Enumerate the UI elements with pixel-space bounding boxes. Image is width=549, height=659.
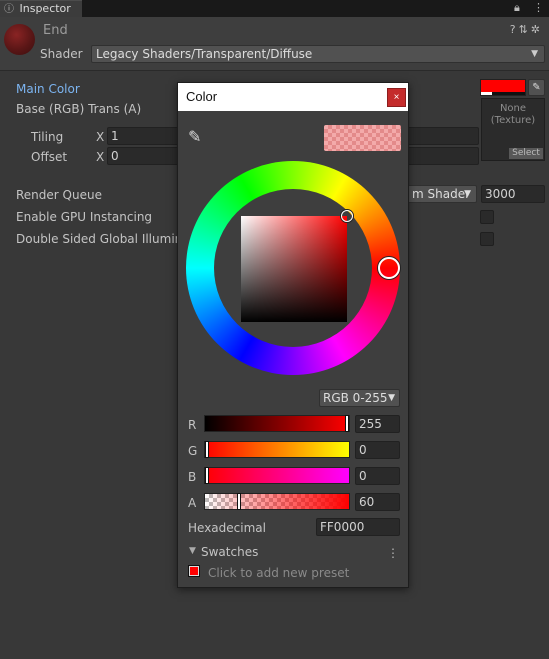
preset-icon[interactable]: ⇅ — [519, 23, 531, 36]
shader-dropdown[interactable]: Legacy Shaders/Transparent/Diffuse ▼ — [91, 45, 545, 63]
hexadecimal-field[interactable]: FF0000 — [316, 518, 400, 536]
blue-slider[interactable] — [204, 467, 350, 484]
base-texture-label: Base (RGB) Trans (A) — [16, 102, 142, 116]
green-slider[interactable] — [204, 441, 350, 458]
texture-select-button[interactable]: Select — [509, 148, 543, 159]
red-slider[interactable] — [204, 415, 350, 432]
chevron-down-icon: ▼ — [388, 393, 395, 403]
chevron-down-icon: ▼ — [531, 49, 538, 59]
chevron-down-icon: ▼ — [464, 189, 471, 199]
swatches-label[interactable]: Swatches — [201, 545, 258, 559]
offset-x-label: X — [96, 150, 105, 164]
gpu-instancing-checkbox[interactable] — [480, 210, 494, 224]
triangle-down-icon[interactable]: ▼ — [189, 546, 196, 556]
material-name: End — [43, 23, 68, 38]
offset-label: Offset — [31, 150, 68, 164]
hue-handle[interactable] — [378, 257, 400, 279]
green-field[interactable]: 0 — [355, 441, 400, 459]
info-icon: ⓘ — [4, 4, 14, 15]
lock-icon[interactable]: 🔒︎ — [514, 1, 520, 15]
header-icons: ?⇅✲ — [510, 23, 543, 36]
add-preset-hint[interactable]: Click to add new preset — [208, 566, 349, 580]
shader-dropdown-value: Legacy Shaders/Transparent/Diffuse — [96, 47, 313, 61]
saturation-value-handle[interactable] — [341, 210, 353, 222]
eyedropper-icon[interactable]: ✎ — [528, 79, 545, 96]
alpha-label: A — [188, 496, 197, 510]
tab-inspector-label: Inspector — [19, 2, 71, 15]
main-color-swatch[interactable] — [480, 79, 526, 96]
color-mode-value: RGB 0-255 — [323, 391, 388, 405]
color-window: Color × ✎ RGB 0-255 ▼ R 255 G 0 B 0 A 60… — [177, 82, 409, 588]
alpha-field[interactable]: 60 — [355, 493, 400, 511]
blue-label: B — [188, 470, 197, 484]
color-preview — [324, 125, 401, 151]
tiling-label: Tiling — [31, 130, 64, 144]
render-queue-label: Render Queue — [16, 188, 102, 202]
color-mode-dropdown[interactable]: RGB 0-255 ▼ — [319, 389, 400, 407]
green-slider-handle[interactable] — [205, 441, 209, 458]
texture-none-label: None (Texture) — [490, 103, 536, 126]
alpha-slider-handle[interactable] — [236, 493, 241, 510]
alpha-indicator — [481, 92, 525, 95]
double-sided-gi-label: Double Sided Global Illumina — [16, 232, 190, 246]
saturation-value-square[interactable] — [241, 216, 347, 322]
red-slider-handle[interactable] — [345, 415, 349, 432]
eyedropper-icon[interactable]: ✎ — [188, 127, 201, 146]
render-queue-dropdown[interactable]: m Shader ▼ — [399, 185, 477, 203]
hexadecimal-label: Hexadecimal — [188, 521, 266, 535]
shader-label: Shader — [40, 47, 83, 61]
red-label: R — [188, 418, 197, 432]
render-queue-mode: m Shader — [412, 187, 471, 201]
green-label: G — [188, 444, 198, 458]
kebab-icon[interactable]: ⋮ — [387, 546, 399, 560]
color-window-title-text: Color — [186, 89, 218, 104]
main-color-label: Main Color — [16, 82, 80, 96]
gear-icon[interactable]: ✲ — [531, 23, 543, 36]
render-queue-field[interactable]: 3000 — [481, 185, 545, 203]
help-icon[interactable]: ? — [510, 23, 519, 36]
double-sided-gi-checkbox[interactable] — [480, 232, 494, 246]
tab-bar: ⓘ Inspector 🔒︎ ⋮ — [0, 0, 549, 17]
close-icon[interactable]: × — [387, 88, 406, 107]
gpu-instancing-label: Enable GPU Instancing — [16, 210, 153, 224]
alpha-slider[interactable] — [204, 493, 350, 510]
tiling-x-label: X — [96, 130, 105, 144]
color-window-title: Color × — [178, 83, 408, 111]
kebab-icon[interactable]: ⋮ — [533, 1, 544, 14]
blue-field[interactable]: 0 — [355, 467, 400, 485]
tab-inspector[interactable]: ⓘ Inspector — [0, 0, 82, 17]
material-preview — [4, 24, 35, 55]
texture-slot[interactable]: None (Texture) Select — [481, 98, 545, 161]
swatch-preset[interactable] — [189, 566, 199, 576]
blue-slider-handle[interactable] — [205, 467, 209, 484]
color-wheel[interactable] — [186, 161, 400, 375]
red-field[interactable]: 255 — [355, 415, 400, 433]
